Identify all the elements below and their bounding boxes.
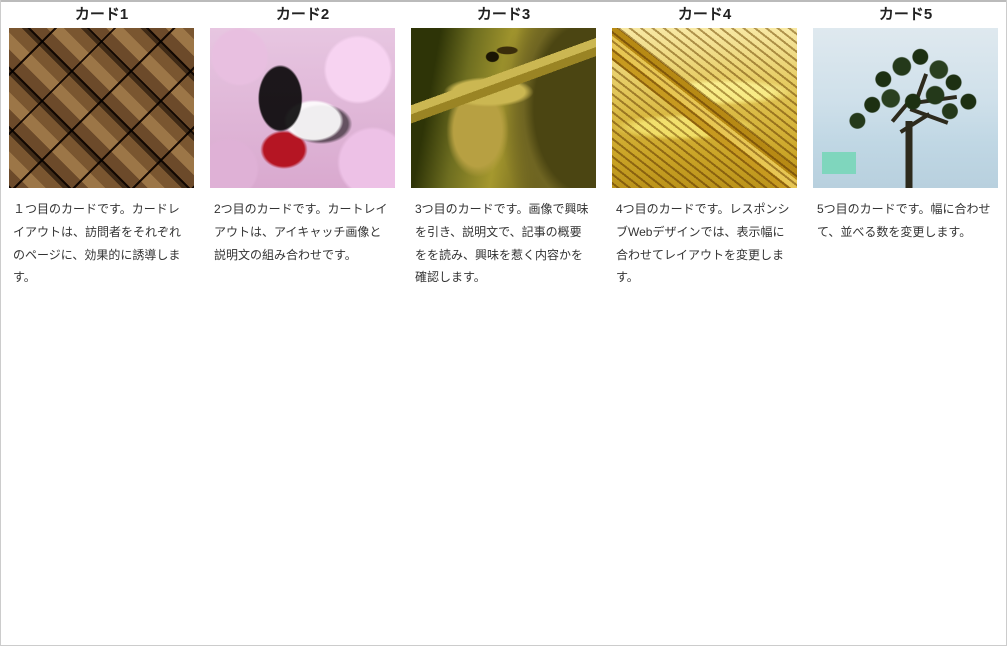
card-title: カード1 bbox=[9, 1, 194, 28]
card-image-woven-straw bbox=[9, 28, 194, 188]
card-description: 4つ目のカードです。レスポンシブWebデザインでは、表示幅に合わせてレイアウトを… bbox=[612, 198, 797, 289]
card-description: 3つ目のカードです。画像で興味を引き、説明文で、記事の概要をを読み、興味を惹く内… bbox=[411, 198, 596, 289]
card-image-pine-tree bbox=[813, 28, 998, 188]
card-title: カード2 bbox=[210, 1, 395, 28]
card-5[interactable]: カード5 5つ目のカードです。幅に合わせて、並べる数を変更します。 bbox=[805, 1, 1006, 301]
card-description: 5つ目のカードです。幅に合わせて、並べる数を変更します。 bbox=[813, 198, 998, 244]
card-image-seadragon bbox=[411, 28, 596, 188]
card-description: １つ目のカードです。カードレイアウトは、訪問者をそれぞれのページに、効果的に誘導… bbox=[9, 198, 194, 289]
card-row: カード1 １つ目のカードです。カードレイアウトは、訪問者をそれぞれのページに、効… bbox=[1, 0, 1006, 301]
card-title: カード5 bbox=[813, 1, 998, 28]
card-4[interactable]: カード4 4つ目のカードです。レスポンシブWebデザインでは、表示幅に合わせてレ… bbox=[604, 1, 805, 301]
card-image-wheat bbox=[612, 28, 797, 188]
card-image-butterfly bbox=[210, 28, 395, 188]
card-title: カード4 bbox=[612, 1, 797, 28]
card-title: カード3 bbox=[411, 1, 596, 28]
card-1[interactable]: カード1 １つ目のカードです。カードレイアウトは、訪問者をそれぞれのページに、効… bbox=[1, 1, 202, 301]
card-description: 2つ目のカードです。カートレイアウトは、アイキャッチ画像と説明文の組み合わせです… bbox=[210, 198, 395, 266]
card-3[interactable]: カード3 3つ目のカードです。画像で興味を引き、説明文で、記事の概要をを読み、興… bbox=[403, 1, 604, 301]
card-2[interactable]: カード2 2つ目のカードです。カートレイアウトは、アイキャッチ画像と説明文の組み… bbox=[202, 1, 403, 301]
